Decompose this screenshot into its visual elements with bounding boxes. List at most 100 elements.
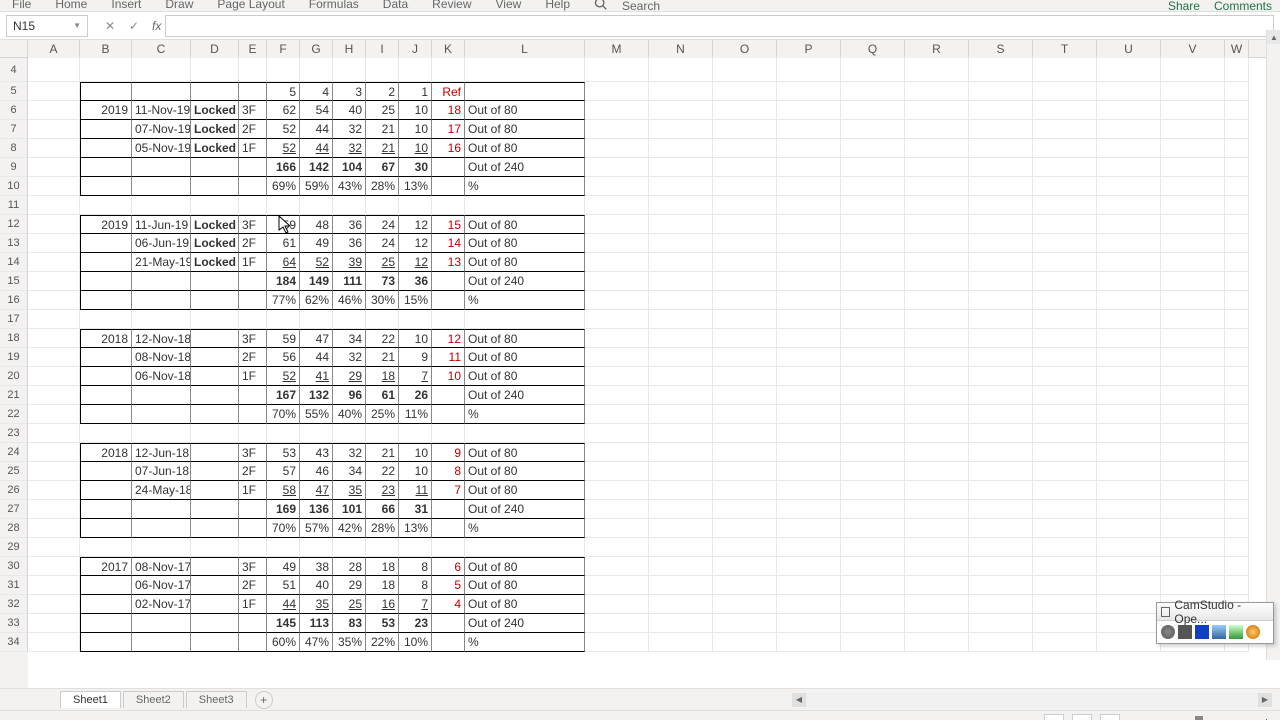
cell-E32[interactable]: 1F — [239, 595, 267, 614]
cell-F17[interactable] — [267, 310, 300, 329]
cell-I5[interactable]: 2 — [366, 82, 399, 101]
cell-J18[interactable]: 10 — [399, 329, 432, 348]
cell-L21[interactable]: Out of 240 — [465, 386, 585, 405]
cell-M7[interactable] — [585, 120, 649, 139]
cell-M29[interactable] — [585, 538, 649, 557]
cell-N20[interactable] — [649, 367, 713, 386]
cell-M33[interactable] — [585, 614, 649, 633]
cell-D25[interactable] — [191, 462, 239, 481]
cell-G15[interactable]: 149 — [300, 272, 333, 291]
cell-O9[interactable] — [713, 158, 777, 177]
cell-S32[interactable] — [969, 595, 1033, 614]
cell-D28[interactable] — [191, 519, 239, 538]
cell-I9[interactable]: 67 — [366, 158, 399, 177]
cell-Q16[interactable] — [841, 291, 905, 310]
cell-L25[interactable]: Out of 80 — [465, 462, 585, 481]
cell-C6[interactable]: 11-Nov-19 — [132, 101, 191, 120]
cell-J19[interactable]: 9 — [399, 348, 432, 367]
cell-D30[interactable] — [191, 557, 239, 576]
cell-Q24[interactable] — [841, 443, 905, 462]
cell-R31[interactable] — [905, 576, 969, 595]
cell-R11[interactable] — [905, 196, 969, 215]
cell-T24[interactable] — [1033, 443, 1097, 462]
cell-R24[interactable] — [905, 443, 969, 462]
cell-G12[interactable]: 48 — [300, 215, 333, 234]
cell-L14[interactable]: Out of 80 — [465, 253, 585, 272]
cell-G26[interactable]: 47 — [300, 481, 333, 500]
cell-M22[interactable] — [585, 405, 649, 424]
cell-G28[interactable]: 57% — [300, 519, 333, 538]
cell-T23[interactable] — [1033, 424, 1097, 443]
cell-V4[interactable] — [1161, 58, 1225, 82]
cell-K17[interactable] — [432, 310, 465, 329]
cell-I13[interactable]: 24 — [366, 234, 399, 253]
row-header-23[interactable]: 23 — [0, 424, 28, 443]
cell-N24[interactable] — [649, 443, 713, 462]
cell-K15[interactable] — [432, 272, 465, 291]
cell-J27[interactable]: 31 — [399, 500, 432, 519]
cell-U32[interactable] — [1097, 595, 1161, 614]
cell-M24[interactable] — [585, 443, 649, 462]
cell-W6[interactable] — [1225, 101, 1249, 120]
cell-F6[interactable]: 62 — [267, 101, 300, 120]
cell-W28[interactable] — [1225, 519, 1249, 538]
cell-L23[interactable] — [465, 424, 585, 443]
column-header-K[interactable]: K — [432, 40, 465, 58]
cell-D14[interactable]: Locked — [191, 253, 239, 272]
cell-W29[interactable] — [1225, 538, 1249, 557]
cell-S11[interactable] — [969, 196, 1033, 215]
cell-T33[interactable] — [1033, 614, 1097, 633]
cell-N10[interactable] — [649, 177, 713, 196]
cell-P5[interactable] — [777, 82, 841, 101]
cell-H30[interactable]: 28 — [333, 557, 366, 576]
cell-H8[interactable]: 32 — [333, 139, 366, 158]
cell-U28[interactable] — [1097, 519, 1161, 538]
row-header-21[interactable]: 21 — [0, 386, 28, 405]
cell-I14[interactable]: 25 — [366, 253, 399, 272]
cell-C22[interactable] — [132, 405, 191, 424]
cell-C28[interactable] — [132, 519, 191, 538]
row-header-8[interactable]: 8 — [0, 139, 28, 158]
cell-U23[interactable] — [1097, 424, 1161, 443]
cell-H6[interactable]: 40 — [333, 101, 366, 120]
cell-U15[interactable] — [1097, 272, 1161, 291]
cell-E19[interactable]: 2F — [239, 348, 267, 367]
cell-B33[interactable] — [80, 614, 132, 633]
cell-D19[interactable] — [191, 348, 239, 367]
cell-B27[interactable] — [80, 500, 132, 519]
row-header-30[interactable]: 30 — [0, 557, 28, 576]
cell-T12[interactable] — [1033, 215, 1097, 234]
cell-F29[interactable] — [267, 538, 300, 557]
cell-A5[interactable] — [28, 82, 80, 101]
cell-O22[interactable] — [713, 405, 777, 424]
cell-S15[interactable] — [969, 272, 1033, 291]
cell-E17[interactable] — [239, 310, 267, 329]
cell-R6[interactable] — [905, 101, 969, 120]
cell-B18[interactable]: 2018 — [80, 329, 132, 348]
cell-D22[interactable] — [191, 405, 239, 424]
cell-B28[interactable] — [80, 519, 132, 538]
cell-A6[interactable] — [28, 101, 80, 120]
zoom-in-button[interactable]: + — [1263, 715, 1270, 720]
cell-G5[interactable]: 4 — [300, 82, 333, 101]
cell-I27[interactable]: 66 — [366, 500, 399, 519]
cell-V30[interactable] — [1161, 557, 1225, 576]
cell-J29[interactable] — [399, 538, 432, 557]
cell-L32[interactable]: Out of 80 — [465, 595, 585, 614]
cell-Q10[interactable] — [841, 177, 905, 196]
row-header-6[interactable]: 6 — [0, 101, 28, 120]
cell-S22[interactable] — [969, 405, 1033, 424]
cell-G32[interactable]: 35 — [300, 595, 333, 614]
cell-T29[interactable] — [1033, 538, 1097, 557]
cell-P27[interactable] — [777, 500, 841, 519]
cell-O26[interactable] — [713, 481, 777, 500]
cell-T11[interactable] — [1033, 196, 1097, 215]
cell-L4[interactable] — [465, 58, 585, 82]
cell-V13[interactable] — [1161, 234, 1225, 253]
sheet-tab-1[interactable]: Sheet1 — [60, 691, 121, 708]
cell-L34[interactable]: % — [465, 633, 585, 652]
cell-H14[interactable]: 39 — [333, 253, 366, 272]
cell-T13[interactable] — [1033, 234, 1097, 253]
cell-P23[interactable] — [777, 424, 841, 443]
column-header-R[interactable]: R — [905, 40, 969, 58]
